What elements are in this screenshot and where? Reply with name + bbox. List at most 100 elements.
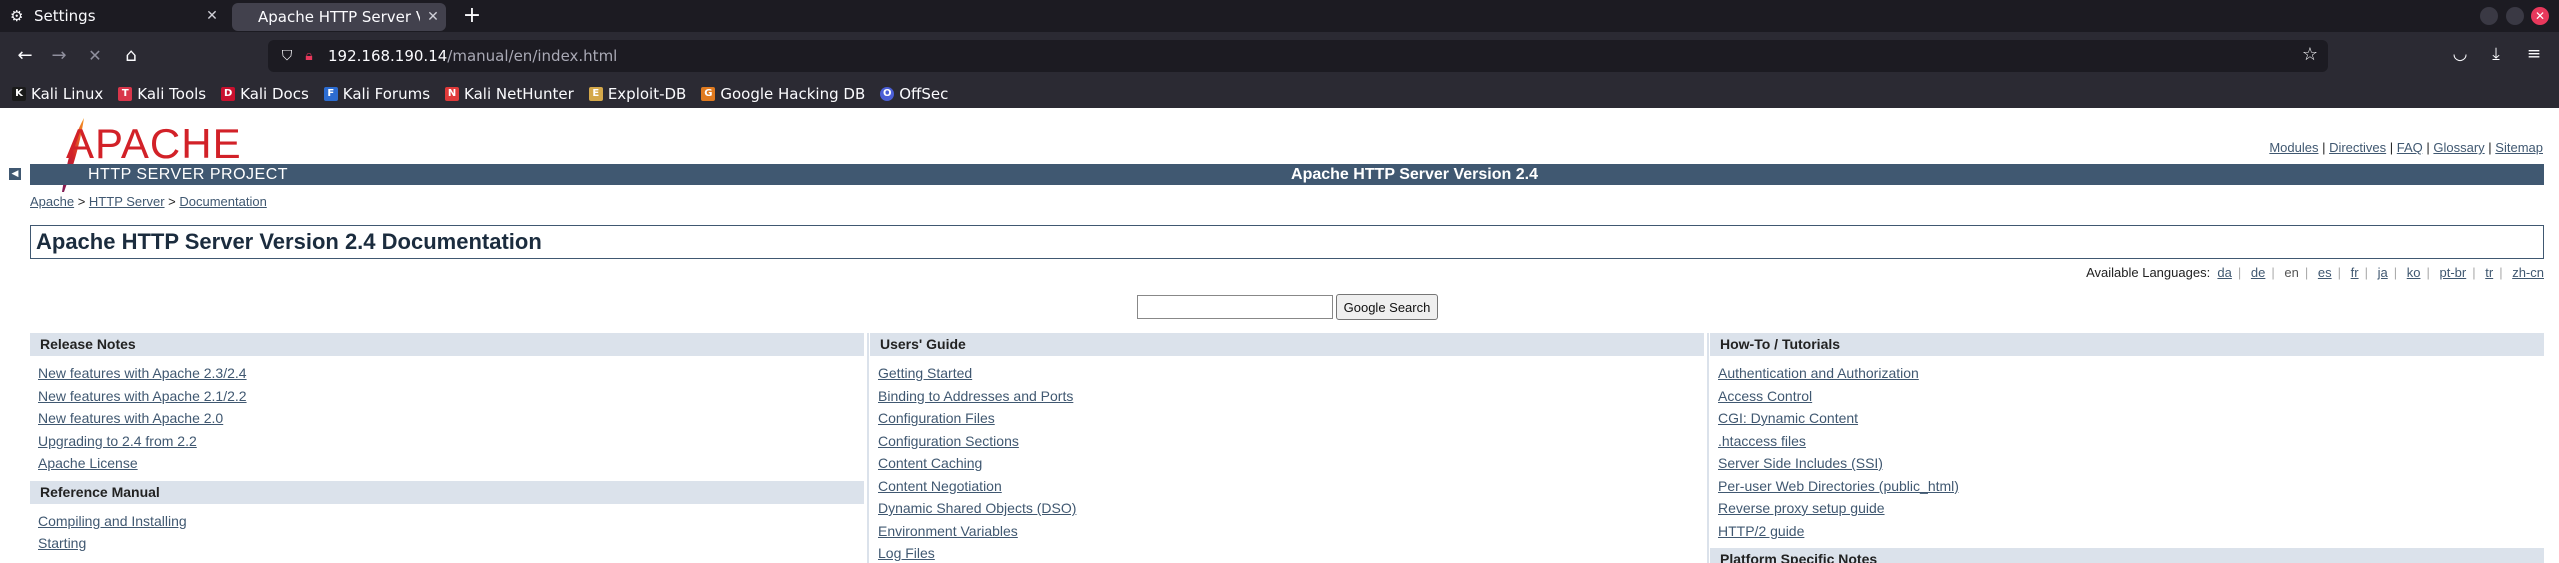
link-htaccess[interactable]: .htaccess files: [1718, 433, 1806, 449]
lang-ja[interactable]: ja: [2378, 265, 2388, 280]
section-heading: Release Notes: [30, 333, 864, 356]
link-content-negotiation[interactable]: Content Negotiation: [878, 478, 1002, 494]
tab-apache-docs[interactable]: Apache HTTP Server Version 2.4 Documenta…: [232, 3, 446, 31]
link-access-control[interactable]: Access Control: [1718, 388, 1812, 404]
column-middle: Users' Guide Getting Started Binding to …: [870, 333, 1704, 563]
column-left: Release Notes New features with Apache 2…: [30, 333, 864, 561]
nav-faq[interactable]: FAQ: [2397, 140, 2423, 155]
page-content: APACHE Modules | Directives | FAQ | Glos…: [0, 108, 2559, 563]
shield-icon[interactable]: ⛉: [276, 48, 298, 64]
link-binding[interactable]: Binding to Addresses and Ports: [878, 388, 1073, 404]
link-getting-started[interactable]: Getting Started: [878, 365, 972, 381]
link-new-features-2-0[interactable]: New features with Apache 2.0: [38, 410, 223, 426]
list-item: .htaccess files: [1718, 430, 2544, 453]
lang-de[interactable]: de: [2251, 265, 2265, 280]
lang-da[interactable]: da: [2217, 265, 2231, 280]
apache-wordmark: APACHE: [66, 120, 242, 167]
list-item: CGI: Dynamic Content: [1718, 407, 2544, 430]
link-cgi[interactable]: CGI: Dynamic Content: [1718, 410, 1858, 426]
language-selector: Available Languages: da | de | en | es | fr |…: [2086, 265, 2544, 280]
link-reverse-proxy[interactable]: Reverse proxy setup guide: [1718, 500, 1885, 516]
bookmark-kali-docs[interactable]: D Kali Docs: [221, 85, 309, 103]
link-log-files[interactable]: Log Files: [878, 545, 935, 561]
bookmark-offsec[interactable]: O OffSec: [880, 85, 948, 103]
lang-tr[interactable]: tr: [2485, 265, 2493, 280]
lock-icon[interactable]: 🔒︎: [298, 48, 320, 64]
bookmark-label: Kali Forums: [342, 85, 431, 103]
lang-es[interactable]: es: [2318, 265, 2332, 280]
stop-button[interactable]: ✕: [83, 44, 107, 68]
link-new-features-2-2[interactable]: New features with Apache 2.1/2.2: [38, 388, 247, 404]
list-item: Configuration Sections: [878, 430, 1704, 453]
link-content-caching[interactable]: Content Caching: [878, 455, 982, 471]
minimize-button[interactable]: [2480, 7, 2498, 25]
pocket-icon[interactable]: ◡: [2448, 44, 2472, 64]
link-config-sections[interactable]: Configuration Sections: [878, 433, 1019, 449]
list-item: Per-user Web Directories (public_html): [1718, 475, 2544, 498]
list-item: Content Caching: [878, 452, 1704, 475]
maximize-button[interactable]: [2506, 7, 2524, 25]
bookmark-kali-nethunter[interactable]: N Kali NetHunter: [445, 85, 574, 103]
list-item: Upgrading to 2.4 from 2.2: [38, 430, 864, 453]
new-tab-button[interactable]: +: [458, 2, 486, 30]
nav-modules[interactable]: Modules: [2269, 140, 2318, 155]
link-apache-license[interactable]: Apache License: [38, 455, 138, 471]
list-item: New features with Apache 2.1/2.2: [38, 385, 864, 408]
link-env-variables[interactable]: Environment Variables: [878, 523, 1018, 539]
close-icon[interactable]: ✕: [199, 8, 225, 24]
link-upgrading[interactable]: Upgrading to 2.4 from 2.2: [38, 433, 197, 449]
link-http2[interactable]: HTTP/2 guide: [1718, 523, 1804, 539]
lang-pt-br[interactable]: pt-br: [2439, 265, 2466, 280]
lang-fr[interactable]: fr: [2351, 265, 2359, 280]
close-window-button[interactable]: ✕: [2531, 7, 2549, 25]
link-compiling[interactable]: Compiling and Installing: [38, 513, 187, 529]
link-ssi[interactable]: Server Side Includes (SSI): [1718, 455, 1883, 471]
bookmark-label: Kali Tools: [137, 85, 207, 103]
navigation-bar: ← → ✕ ⌂ ⛉ 🔒︎ 192.168.190.14/manual/en/in…: [0, 32, 2559, 80]
title-box: Apache HTTP Server Version 2.4 Documenta…: [30, 225, 2544, 259]
back-button[interactable]: ←: [13, 44, 37, 68]
breadcrumb-documentation[interactable]: Documentation: [179, 194, 266, 209]
bookmark-kali-linux[interactable]: K Kali Linux: [12, 85, 103, 103]
bookmark-kali-tools[interactable]: T Kali Tools: [118, 85, 206, 103]
column-right: How-To / Tutorials Authentication and Au…: [1710, 333, 2544, 563]
search-input[interactable]: [1137, 295, 1333, 319]
breadcrumb-http-server[interactable]: HTTP Server: [89, 194, 165, 209]
list-item: Compiling and Installing: [38, 510, 864, 533]
link-config-files[interactable]: Configuration Files: [878, 410, 995, 426]
link-new-features-2-4[interactable]: New features with Apache 2.3/2.4: [38, 365, 247, 381]
link-dso[interactable]: Dynamic Shared Objects (DSO): [878, 500, 1076, 516]
link-auth[interactable]: Authentication and Authorization: [1718, 365, 1919, 381]
close-icon[interactable]: ✕: [420, 9, 446, 25]
link-public-html[interactable]: Per-user Web Directories (public_html): [1718, 478, 1959, 494]
bookmark-exploit-db[interactable]: E Exploit-DB: [588, 85, 686, 103]
menu-icon[interactable]: ≡: [2522, 44, 2546, 64]
list-item: Content Negotiation: [878, 475, 1704, 498]
column-divider: [867, 333, 869, 563]
breadcrumb-apache[interactable]: Apache: [30, 194, 74, 209]
lang-zh-cn[interactable]: zh-cn: [2512, 265, 2544, 280]
kali-forums-icon: F: [323, 87, 338, 101]
nav-directives[interactable]: Directives: [2329, 140, 2386, 155]
url-bar[interactable]: ⛉ 🔒︎ 192.168.190.14/manual/en/index.html…: [268, 40, 2328, 72]
page-title: Apache HTTP Server Version 2.4 Documenta…: [36, 229, 542, 254]
breadcrumb: Apache > HTTP Server > Documentation: [30, 194, 267, 209]
nav-sitemap[interactable]: Sitemap: [2495, 140, 2543, 155]
bookmark-label: OffSec: [899, 85, 949, 103]
bookmark-kali-forums[interactable]: F Kali Forums: [323, 85, 431, 103]
nav-glossary[interactable]: Glossary: [2433, 140, 2484, 155]
url-host: 192.168.190.14: [328, 47, 448, 65]
download-icon[interactable]: ⤓: [2484, 44, 2508, 64]
bookmark-google-hacking-db[interactable]: G Google Hacking DB: [701, 85, 865, 103]
home-button[interactable]: ⌂: [119, 44, 143, 68]
section-users-guide: Users' Guide Getting Started Binding to …: [870, 333, 1704, 563]
list-item: Dynamic Shared Objects (DSO): [878, 497, 1704, 520]
lang-ko[interactable]: ko: [2407, 265, 2421, 280]
star-icon[interactable]: ☆: [2302, 44, 2318, 65]
google-search-button[interactable]: Google Search: [1336, 294, 1438, 320]
forward-button[interactable]: →: [47, 44, 71, 68]
link-starting[interactable]: Starting: [38, 535, 86, 551]
section-release-notes: Release Notes New features with Apache 2…: [30, 333, 864, 481]
section-platform-notes: Platform Specific Notes: [1710, 548, 2544, 563]
tab-settings[interactable]: ⚙ Settings ✕: [0, 0, 225, 32]
